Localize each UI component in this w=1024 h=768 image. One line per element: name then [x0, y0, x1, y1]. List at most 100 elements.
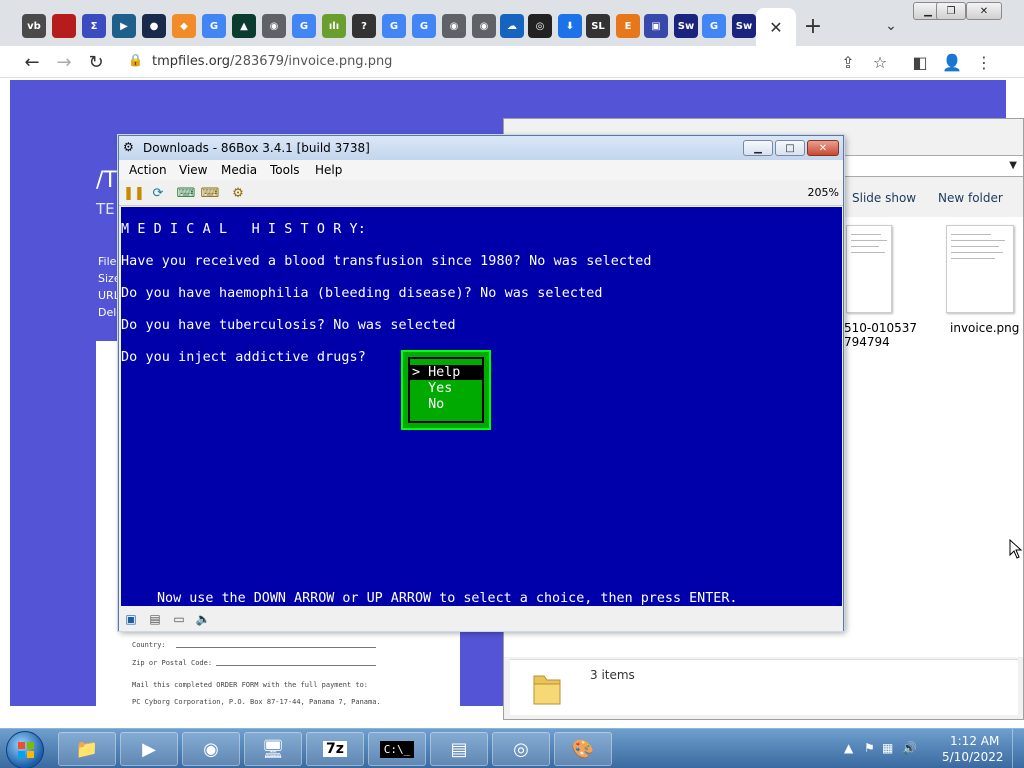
volume-icon[interactable]: 🔊	[902, 741, 917, 755]
menu-view[interactable]: View	[179, 163, 207, 177]
choice-no[interactable]: No	[410, 397, 482, 412]
menu-media[interactable]: Media	[221, 163, 257, 177]
86box-icon: ⚙	[123, 140, 134, 154]
taskbar-command-prompt[interactable]: C:\_	[368, 732, 426, 766]
settings-button[interactable]: ⚙	[229, 184, 247, 202]
tab-google-icon[interactable]: G	[202, 14, 226, 38]
bookmark-button[interactable]: ☆	[868, 50, 892, 74]
tab-google-icon[interactable]: G	[382, 14, 406, 38]
menu-help[interactable]: Help	[315, 163, 342, 177]
taskbar-chrome[interactable]: ◉	[182, 732, 240, 766]
tab-globe-icon[interactable]: ◉	[472, 14, 496, 38]
menu-action[interactable]: Action	[129, 163, 167, 177]
tab-circle-app-icon[interactable]: ●	[142, 14, 166, 38]
taskbar-explorer[interactable]: 📁	[58, 732, 116, 766]
back-button[interactable]: ←	[20, 50, 44, 74]
folder-icon: 📁	[75, 738, 99, 760]
close-button[interactable]: ✕	[966, 2, 1002, 20]
tab-sw-icon[interactable]: Sw	[732, 14, 756, 38]
file-thumbnail[interactable]	[946, 225, 1014, 313]
tab-google-icon[interactable]: G	[292, 14, 316, 38]
taskbar-paint[interactable]: 🎨	[554, 732, 612, 766]
tab-search-button[interactable]: ⌄	[878, 13, 904, 39]
tab-vb-icon[interactable]: vb	[22, 14, 46, 38]
reset-button[interactable]: ⟳	[149, 184, 167, 202]
taskbar-notepad[interactable]: ▤	[430, 732, 488, 766]
arrow-right-icon: →	[56, 51, 72, 73]
hard-disk-icon[interactable]: ▭	[170, 610, 188, 628]
taskbar-7zip[interactable]: 7z	[306, 732, 364, 766]
tab-diamond-icon[interactable]: ◆	[172, 14, 196, 38]
choice-help[interactable]: > Help	[410, 365, 482, 380]
tab-globe-icon[interactable]: ◉	[262, 14, 286, 38]
show-hidden-icons[interactable]: ▲	[844, 741, 853, 755]
clock-time[interactable]: 1:12 AM	[950, 734, 999, 748]
reload-button[interactable]: ↻	[84, 50, 108, 74]
new-folder-button[interactable]: New folder	[938, 191, 1003, 205]
tab-sigma-icon[interactable]: Σ	[82, 14, 106, 38]
taskbar-disc[interactable]: ◎	[492, 732, 550, 766]
tab-cloud-upload-icon[interactable]: ☁	[500, 14, 524, 38]
divider	[176, 647, 376, 648]
tab-red-square-icon[interactable]	[52, 14, 76, 38]
action-center-icon[interactable]: ⚑	[864, 741, 875, 755]
choice-yes[interactable]: Yes	[410, 381, 482, 396]
tab-google-icon[interactable]: G	[702, 14, 726, 38]
page-heading: /T	[96, 168, 117, 193]
maximize-button[interactable]: ❐	[936, 2, 966, 20]
start-button[interactable]	[6, 731, 44, 768]
show-desktop-button[interactable]	[1012, 729, 1024, 768]
tab-github-icon[interactable]: ◎	[528, 14, 552, 38]
mouse-cursor-icon	[1009, 539, 1023, 559]
tab-download-icon[interactable]: ⬇	[558, 14, 582, 38]
sound-icon[interactable]: 🔈	[194, 610, 212, 628]
tab-question-icon[interactable]: ?	[352, 14, 376, 38]
emulator-maximize-button[interactable]: □	[775, 140, 805, 156]
url-text[interactable]: tmpfiles.org/283679/invoice.png.png	[152, 54, 392, 69]
file-name[interactable]: invoice.png	[950, 321, 1019, 335]
folder-icon	[533, 675, 561, 705]
menu-tools[interactable]: Tools	[270, 163, 300, 177]
floppy-drive-icon[interactable]: ▣	[122, 610, 140, 628]
url-host: tmpfiles.org	[152, 54, 231, 69]
lock-icon: 🔒	[128, 53, 143, 67]
tab-floppy-icon[interactable]: ▣	[644, 14, 668, 38]
share-button[interactable]: ⇪	[836, 50, 860, 74]
taskbar-86box[interactable]: 🖥	[244, 732, 302, 766]
side-panel-button[interactable]: ◧	[908, 50, 932, 74]
forward-button[interactable]: →	[52, 50, 76, 74]
emulated-dos-screen[interactable]: M E D I C A L H I S T O R Y: Have you re…	[121, 207, 842, 606]
network-icon[interactable]: ▦	[882, 741, 893, 755]
side-panel-icon: ◧	[912, 52, 928, 72]
slide-show-button[interactable]: Slide show	[852, 191, 916, 205]
tab-play-icon[interactable]: ▶	[112, 14, 136, 38]
screen-line: Do you have tuberculosis? No was selecte…	[121, 318, 456, 333]
tab-stats-icon[interactable]: ılı	[322, 14, 346, 38]
clock-date[interactable]: 5/10/2022	[942, 750, 1004, 764]
emulator-title-bar[interactable]: ⚙ Downloads - 86Box 3.4.1 [build 3738] ▁…	[119, 136, 843, 160]
windows-logo-icon	[18, 742, 34, 758]
close-tab-icon[interactable]: ✕	[769, 18, 782, 37]
file-name[interactable]: 510-010537 794794	[844, 321, 917, 349]
ctrl-alt-del-button[interactable]: ⌨	[177, 184, 196, 202]
emulator-close-button[interactable]: ✕	[807, 140, 839, 156]
new-tab-button[interactable]: +	[800, 13, 826, 39]
tab-google-icon[interactable]: G	[412, 14, 436, 38]
cdrom-drive-icon[interactable]: ▤	[146, 610, 164, 628]
address-bar[interactable]: 🔒 tmpfiles.org/283679/invoice.png.png	[118, 48, 898, 76]
emulator-minimize-button[interactable]: ▁	[743, 140, 773, 156]
tab-sw-icon[interactable]: Sw	[674, 14, 698, 38]
chevron-down-icon[interactable]: ▼	[1009, 160, 1017, 171]
tab-e-icon[interactable]: E	[616, 14, 640, 38]
avatar-icon: 👤	[942, 52, 962, 72]
tab-globe-icon[interactable]: ◉	[442, 14, 466, 38]
menu-button[interactable]: ⋮	[972, 50, 996, 74]
pause-button[interactable]: ❚❚	[123, 184, 145, 202]
profile-button[interactable]: 👤	[940, 50, 964, 74]
tab-sl-icon[interactable]: SL	[586, 14, 610, 38]
active-tab[interactable]: ✕	[756, 8, 796, 46]
ctrl-alt-esc-button[interactable]: ⌨	[201, 184, 220, 202]
tab-triangle-icon[interactable]: ▲	[232, 14, 256, 38]
file-thumbnail[interactable]	[846, 225, 892, 313]
taskbar-media-player[interactable]: ▶	[120, 732, 178, 766]
